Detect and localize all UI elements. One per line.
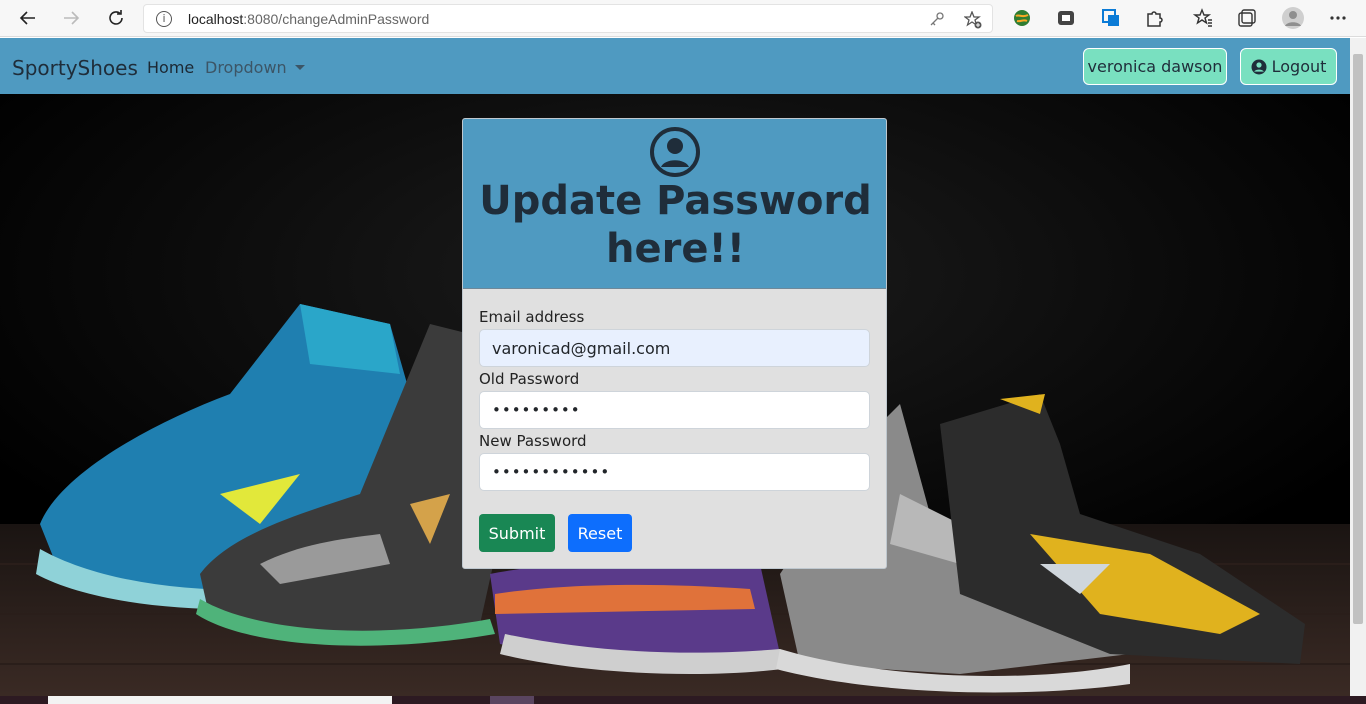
info-icon[interactable]: i bbox=[156, 10, 172, 27]
old-password-label: Old Password bbox=[479, 370, 580, 388]
user-circle-icon bbox=[1251, 59, 1267, 74]
email-field[interactable]: varonicad@gmail.com bbox=[479, 329, 870, 367]
os-taskbar bbox=[0, 696, 1366, 704]
user-circle-icon bbox=[650, 127, 700, 177]
collections-icon[interactable] bbox=[1237, 8, 1257, 28]
reset-button[interactable]: Reset bbox=[568, 514, 632, 552]
email-label: Email address bbox=[479, 308, 585, 326]
caret-down-icon bbox=[294, 64, 305, 70]
logout-label: Logout bbox=[1271, 57, 1327, 76]
logout-button[interactable]: Logout bbox=[1240, 48, 1337, 85]
nav-dropdown-toggle[interactable]: Dropdown bbox=[205, 58, 305, 77]
page-title: Update Password here!! bbox=[479, 178, 872, 272]
old-password-field[interactable]: ••••••••• bbox=[479, 391, 870, 429]
extensions-puzzle-icon[interactable] bbox=[1144, 8, 1164, 28]
update-password-card: Update Password here!! Email address var… bbox=[462, 118, 887, 569]
new-password-field[interactable]: •••••••••••• bbox=[479, 453, 870, 491]
back-icon[interactable] bbox=[14, 4, 42, 32]
extension-share-icon[interactable] bbox=[1101, 8, 1121, 28]
url-host: localhost bbox=[188, 10, 244, 27]
card-header: Update Password here!! bbox=[463, 119, 886, 289]
more-icon[interactable] bbox=[1328, 8, 1348, 28]
site-navbar: SportyShoes Home Dropdown veronica dawso… bbox=[0, 38, 1350, 94]
browser-toolbar: i localhost:8080/changeAdminPassword bbox=[0, 0, 1366, 37]
reload-icon[interactable] bbox=[102, 4, 130, 32]
brand-link[interactable]: SportyShoes bbox=[12, 56, 138, 80]
taskbar-app-icon[interactable] bbox=[490, 696, 534, 704]
nav-dropdown-label: Dropdown bbox=[205, 58, 287, 77]
submit-button[interactable]: Submit bbox=[479, 514, 555, 552]
url-path: :8080/changeAdminPassword bbox=[243, 10, 430, 27]
nav-home-link[interactable]: Home bbox=[147, 58, 194, 77]
profile-icon[interactable] bbox=[1281, 6, 1304, 29]
scrollbar-thumb[interactable] bbox=[1353, 54, 1363, 624]
page-scrollbar[interactable] bbox=[1350, 38, 1366, 696]
taskbar-search-box[interactable] bbox=[48, 696, 392, 704]
key-icon[interactable] bbox=[929, 11, 947, 29]
user-name-label: veronica dawson bbox=[1087, 57, 1223, 76]
new-password-label: New Password bbox=[479, 432, 587, 450]
address-bar[interactable]: i localhost:8080/changeAdminPassword bbox=[143, 4, 993, 33]
forward-icon[interactable] bbox=[57, 4, 85, 32]
extension-icon[interactable] bbox=[1056, 8, 1076, 28]
favorites-icon[interactable] bbox=[1192, 8, 1213, 28]
user-name-button[interactable]: veronica dawson bbox=[1083, 48, 1227, 85]
extension-globe-icon[interactable] bbox=[1012, 8, 1032, 28]
favorite-add-icon[interactable] bbox=[963, 10, 982, 29]
